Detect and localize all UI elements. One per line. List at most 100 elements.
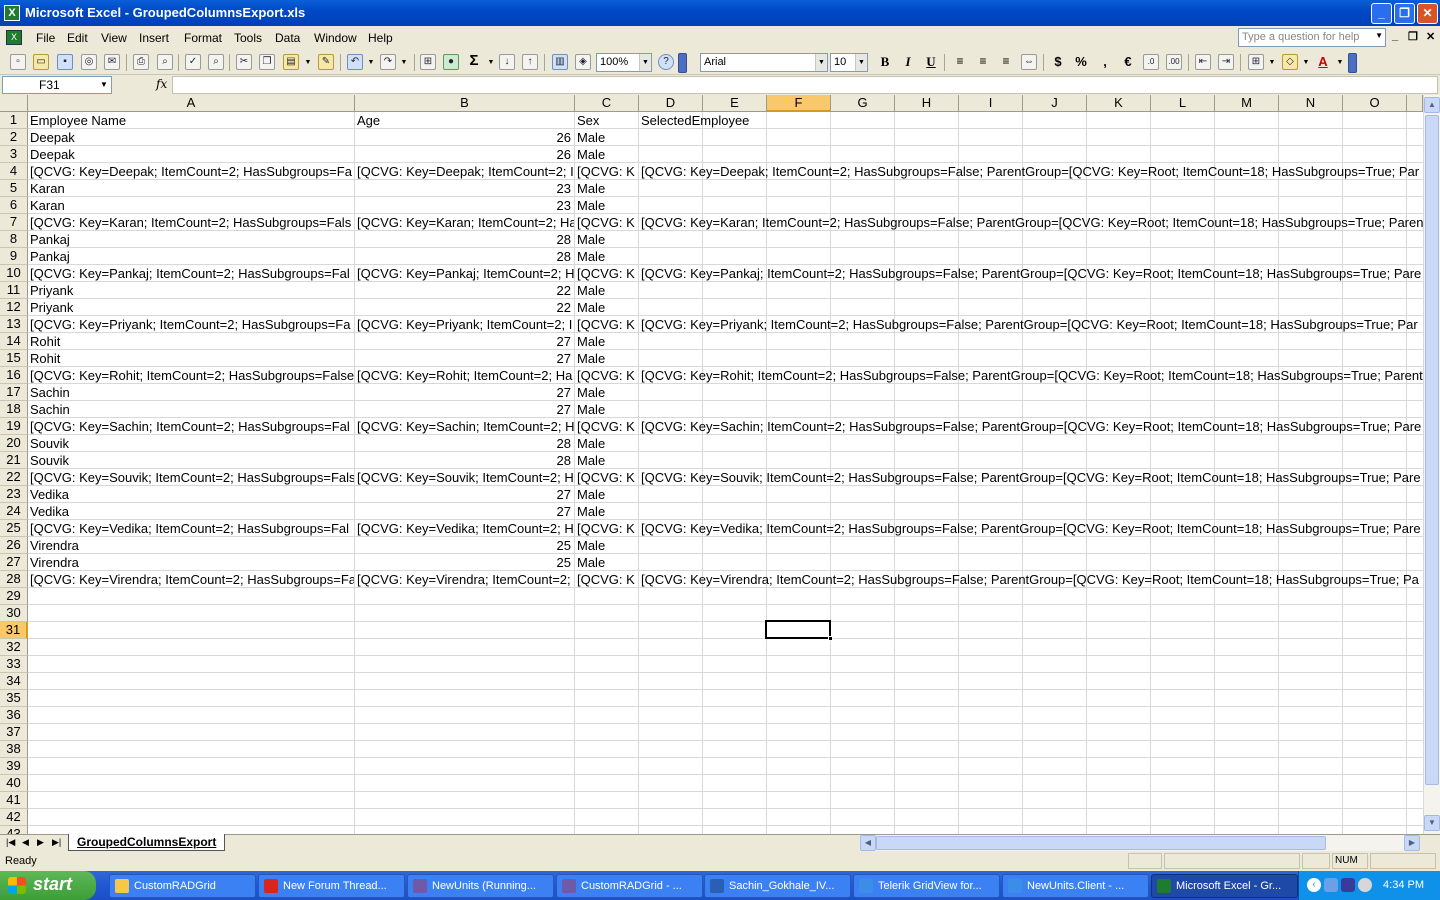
- cell-b4[interactable]: [QCVG: Key=Deepak; ItemCount=2; I: [355, 163, 574, 179]
- decrease-indent-icon[interactable]: ⇤: [1195, 54, 1211, 70]
- row-header-29[interactable]: 29: [0, 588, 28, 605]
- cell-a12[interactable]: Priyank: [28, 299, 354, 315]
- cell-b10[interactable]: [QCVG: Key=Pankaj; ItemCount=2; H: [355, 265, 574, 281]
- cell-c13[interactable]: [QCVG: K: [575, 316, 638, 332]
- new-icon[interactable]: ▫: [10, 54, 26, 70]
- chevron-down-icon[interactable]: ▼: [855, 54, 867, 71]
- menu-data[interactable]: Data: [275, 31, 300, 45]
- cell-c28[interactable]: [QCVG: K: [575, 571, 638, 587]
- row-header-41[interactable]: 41: [0, 792, 28, 809]
- chevron-down-icon[interactable]: ▼: [1264, 59, 1280, 66]
- cell-c19[interactable]: [QCVG: K: [575, 418, 638, 434]
- column-header-g[interactable]: G: [831, 95, 895, 112]
- row-header-17[interactable]: 17: [0, 384, 28, 401]
- align-center-icon[interactable]: ≡: [975, 54, 991, 68]
- row-header-39[interactable]: 39: [0, 758, 28, 775]
- cell-a7[interactable]: [QCVG: Key=Karan; ItemCount=2; HasSubgro…: [28, 214, 354, 230]
- cell-a16[interactable]: [QCVG: Key=Rohit; ItemCount=2; HasSubgro…: [28, 367, 354, 383]
- row-header-6[interactable]: 6: [0, 197, 28, 214]
- column-header-c[interactable]: C: [575, 95, 639, 112]
- row-header-8[interactable]: 8: [0, 231, 28, 248]
- open-icon[interactable]: ▭: [33, 54, 49, 70]
- cell-c15[interactable]: Male: [575, 350, 638, 366]
- cell-a21[interactable]: Souvik: [28, 452, 354, 468]
- next-sheet-arrow-icon[interactable]: ▶: [37, 837, 44, 848]
- scroll-right-arrow-icon[interactable]: ▶: [1404, 835, 1420, 851]
- cell-b22[interactable]: [QCVG: Key=Souvik; ItemCount=2; H: [355, 469, 574, 485]
- cell-b16[interactable]: [QCVG: Key=Rohit; ItemCount=2; Ha: [355, 367, 574, 383]
- cell-a1[interactable]: Employee Name: [28, 112, 354, 128]
- column-header-partial[interactable]: [1407, 95, 1423, 112]
- cell-b5[interactable]: 23: [355, 180, 574, 196]
- row-header-19[interactable]: 19: [0, 418, 28, 435]
- volume-icon[interactable]: [1358, 878, 1372, 892]
- row-header-42[interactable]: 42: [0, 809, 28, 826]
- horizontal-scrollbar[interactable]: ◀ ▶: [860, 835, 1420, 851]
- taskbar-button[interactable]: CustomRADGrid: [109, 874, 256, 898]
- cell-d25[interactable]: [QCVG: Key=Vedika; ItemCount=2; HasSubgr…: [639, 520, 1423, 536]
- cell-c9[interactable]: Male: [575, 248, 638, 264]
- cut-icon[interactable]: ✂: [236, 54, 252, 70]
- restore-button[interactable]: ❐: [1394, 3, 1415, 24]
- cell-a14[interactable]: Rohit: [28, 333, 354, 349]
- cell-b9[interactable]: 28: [355, 248, 574, 264]
- row-header-3[interactable]: 3: [0, 146, 28, 163]
- column-header-a[interactable]: A: [28, 95, 355, 112]
- cell-c2[interactable]: Male: [575, 129, 638, 145]
- cell-a25[interactable]: [QCVG: Key=Vedika; ItemCount=2; HasSubgr…: [28, 520, 354, 536]
- font-name-select[interactable]: Arial ▼: [700, 53, 828, 72]
- row-header-35[interactable]: 35: [0, 690, 28, 707]
- name-box[interactable]: F31 ▼: [2, 76, 112, 94]
- chevron-down-icon[interactable]: ▼: [396, 59, 412, 66]
- cell-b14[interactable]: 27: [355, 333, 574, 349]
- print-preview-icon[interactable]: ⌕: [157, 54, 173, 70]
- save-icon[interactable]: ▪: [57, 54, 73, 70]
- horizontal-scroll-thumb[interactable]: [876, 836, 1326, 850]
- row-header-31[interactable]: 31: [0, 622, 28, 639]
- insert-function-icon[interactable]: fx: [156, 77, 167, 91]
- drawing-icon[interactable]: ◈: [575, 54, 591, 70]
- row-header-40[interactable]: 40: [0, 775, 28, 792]
- cell-c14[interactable]: Male: [575, 333, 638, 349]
- row-header-26[interactable]: 26: [0, 537, 28, 554]
- align-left-icon[interactable]: ≡: [952, 54, 968, 68]
- row-header-16[interactable]: 16: [0, 367, 28, 384]
- cell-d22[interactable]: [QCVG: Key=Souvik; ItemCount=2; HasSubgr…: [639, 469, 1423, 485]
- worksheet-grid[interactable]: ABCDEFGHIJKLMNO 1 2 3 4 5 6 7 8 9 10 11 12 13 14 15 16 1…: [0, 95, 1423, 834]
- cell-a22[interactable]: [QCVG: Key=Souvik; ItemCount=2; HasSubgr…: [28, 469, 354, 485]
- italic-button[interactable]: I: [900, 54, 916, 70]
- column-header-f[interactable]: F: [767, 95, 831, 112]
- cell-a17[interactable]: Sachin: [28, 384, 354, 400]
- cell-c22[interactable]: [QCVG: K: [575, 469, 638, 485]
- cell-d16[interactable]: [QCVG: Key=Rohit; ItemCount=2; HasSubgro…: [639, 367, 1423, 383]
- taskbar-button[interactable]: Telerik GridView for...: [853, 874, 1000, 898]
- cell-b17[interactable]: 27: [355, 384, 574, 400]
- cell-b26[interactable]: 25: [355, 537, 574, 553]
- toolbar-options-icon[interactable]: [678, 53, 687, 73]
- chevron-down-icon[interactable]: ▼: [1298, 59, 1314, 66]
- minimize-button[interactable]: _: [1371, 3, 1392, 24]
- permission-icon[interactable]: ◎: [81, 54, 97, 70]
- column-header-b[interactable]: B: [355, 95, 575, 112]
- cell-d19[interactable]: [QCVG: Key=Sachin; ItemCount=2; HasSubgr…: [639, 418, 1423, 434]
- cell-c6[interactable]: Male: [575, 197, 638, 213]
- align-right-icon[interactable]: ≡: [998, 54, 1014, 68]
- help-icon[interactable]: ?: [658, 54, 674, 70]
- redo-icon[interactable]: ↷: [380, 54, 396, 70]
- chevron-down-icon[interactable]: ▼: [97, 77, 111, 93]
- print-icon[interactable]: ⎙: [133, 54, 149, 70]
- menu-tools[interactable]: Tools: [234, 31, 262, 45]
- increase-decimal-icon[interactable]: .0: [1143, 54, 1159, 70]
- cell-c24[interactable]: Male: [575, 503, 638, 519]
- cell-a19[interactable]: [QCVG: Key=Sachin; ItemCount=2; HasSubgr…: [28, 418, 354, 434]
- menu-file[interactable]: File: [36, 31, 55, 45]
- underline-button[interactable]: U: [923, 54, 939, 70]
- research-icon[interactable]: ⌕: [208, 54, 224, 70]
- fill-color-icon[interactable]: ◇: [1282, 54, 1298, 70]
- column-header-i[interactable]: I: [959, 95, 1023, 112]
- workbook-minimize-button[interactable]: _: [1392, 30, 1398, 42]
- cell-b2[interactable]: 26: [355, 129, 574, 145]
- cell-c18[interactable]: Male: [575, 401, 638, 417]
- cell-a20[interactable]: Souvik: [28, 435, 354, 451]
- font-color-icon[interactable]: A: [1315, 54, 1331, 69]
